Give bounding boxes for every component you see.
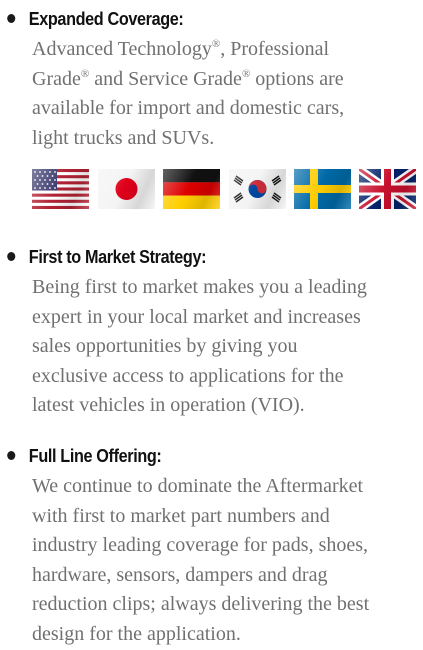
bullet-heading: First to Market Strategy: xyxy=(0,246,381,268)
south-korea-flag-icon xyxy=(229,169,286,209)
body-line: latest vehicles in operation (VIO). xyxy=(32,394,305,417)
bullet-dot-icon xyxy=(7,252,16,261)
section-body: We continue to dominate the Aftermarket … xyxy=(32,472,420,650)
body-line: sales opportunities by giving you xyxy=(32,335,298,358)
flag-row xyxy=(32,169,422,209)
body-line: Advanced Technology®, Professional xyxy=(32,38,330,60)
section-body: Advanced Technology®, Professional Grade… xyxy=(32,35,420,153)
usa-flag-icon xyxy=(32,169,89,209)
bullet-heading: Expanded Coverage: xyxy=(0,8,381,30)
body-line: available for import and domestic cars, xyxy=(32,97,345,120)
bullet-heading: Full Line Offering: xyxy=(0,445,381,467)
body-line: expert in your local market and increase… xyxy=(32,305,361,328)
body-line: Grade® and Service Grade® options are xyxy=(32,67,344,90)
section-title: First to Market Strategy: xyxy=(28,247,207,267)
sweden-flag-icon xyxy=(294,169,351,209)
bullet-dot-icon xyxy=(7,14,16,23)
body-line: exclusive access to applications for the xyxy=(32,364,344,387)
body-line: design for the application. xyxy=(32,622,241,645)
japan-flag-icon xyxy=(98,169,155,209)
section-title: Full Line Offering: xyxy=(28,446,162,466)
body-line: industry leading coverage for pads, shoe… xyxy=(32,534,369,557)
section-full-line-offering: Full Line Offering: We continue to domin… xyxy=(0,445,423,650)
germany-flag-icon xyxy=(163,169,220,209)
body-line: reduction clips; always delivering the b… xyxy=(32,593,370,616)
body-line: with first to market part numbers and xyxy=(32,504,330,527)
section-title: Expanded Coverage: xyxy=(28,9,184,29)
body-line: We continue to dominate the Aftermarket xyxy=(32,475,364,497)
section-expanded-coverage: Expanded Coverage: Advanced Technology®,… xyxy=(0,8,423,209)
bullet-dot-icon xyxy=(7,451,16,460)
body-line: light trucks and SUVs. xyxy=(32,126,215,149)
section-body: Being first to market makes you a leadin… xyxy=(32,273,420,421)
section-first-to-market: First to Market Strategy: Being first to… xyxy=(0,246,423,421)
body-line: Being first to market makes you a leadin… xyxy=(32,276,367,298)
body-line: hardware, sensors, dampers and drag xyxy=(32,563,328,586)
united-kingdom-flag-icon xyxy=(359,169,416,209)
